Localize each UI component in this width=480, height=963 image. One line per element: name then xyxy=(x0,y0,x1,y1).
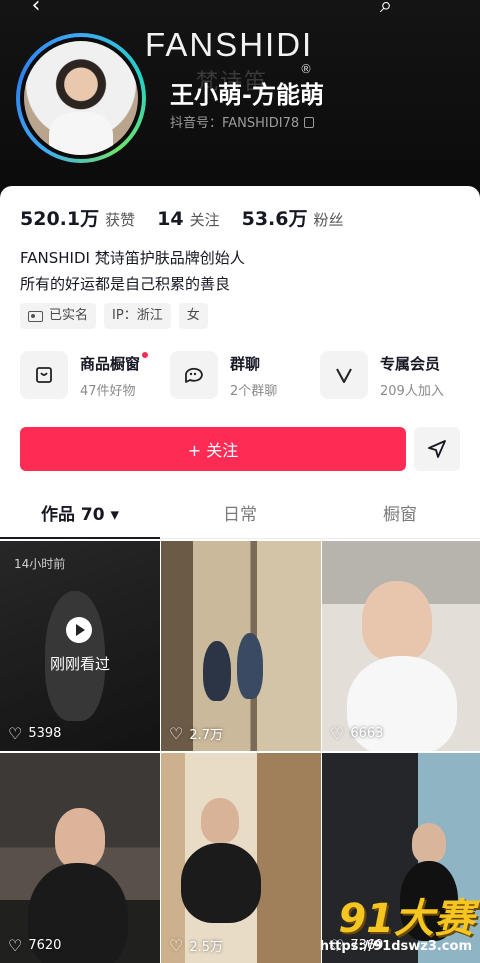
video-thumbnail[interactable]: ♡ 2.5万 xyxy=(161,753,321,963)
bag-icon xyxy=(20,351,68,399)
video-thumbnail[interactable]: ♡ 7620 xyxy=(0,753,160,963)
video-thumbnail[interactable]: ♡ 6663 xyxy=(322,541,480,751)
id-card-icon xyxy=(28,310,43,322)
tab-daily[interactable]: 日常 xyxy=(160,499,320,538)
service-subtitle: 2个群聊 xyxy=(230,384,278,399)
content-tabs: 作品 70 ▾ 日常 橱窗 xyxy=(0,499,480,539)
avatar[interactable] xyxy=(16,33,146,163)
heart-icon: ♡ xyxy=(330,724,345,743)
ip-location-tag: IP：浙江 xyxy=(104,303,171,329)
like-count: ♡ 7620 xyxy=(8,936,61,955)
follow-button[interactable]: + 关注 xyxy=(20,427,406,471)
copy-icon[interactable] xyxy=(304,117,315,128)
site-watermark-logo: 91大赛 xyxy=(338,896,474,942)
bio: FANSHIDI 梵诗笛护肤品牌创始人 所有的好运都是自己积累的善良 xyxy=(20,245,245,297)
person-figure xyxy=(201,798,239,843)
like-count: ♡ 2.7万 xyxy=(169,724,223,743)
following-label: 关注 xyxy=(189,211,220,229)
service-subtitle: 209人加入 xyxy=(380,384,444,399)
heart-icon: ♡ xyxy=(8,936,23,955)
service-title: 商品橱窗 xyxy=(80,355,141,373)
tag-label: IP：浙江 xyxy=(112,308,163,323)
profile-card: 520.1万 获赞 14 关注 53.6万 粉丝 FANSHIDI 梵诗笛护肤品… xyxy=(0,186,480,963)
douyin-id-text: 抖音号：FANSHIDI78 xyxy=(170,116,300,131)
person-figure xyxy=(55,808,105,868)
person-figure xyxy=(362,581,432,661)
douyin-id[interactable]: 抖音号：FANSHIDI78 xyxy=(170,112,315,131)
gender-tag: 女 xyxy=(178,303,208,329)
notification-dot xyxy=(142,352,149,358)
membership-entry[interactable]: 专属会员 209人加入 xyxy=(320,351,470,399)
share-button[interactable] xyxy=(414,427,460,471)
brand-name: FANSHIDI xyxy=(145,26,314,63)
tab-showcase[interactable]: 橱窗 xyxy=(320,499,480,538)
bio-line: 所有的好运都是自己积累的善良 xyxy=(20,275,231,293)
display-name: 王小萌-方能萌 xyxy=(170,81,324,109)
service-title: 群聊 xyxy=(230,355,261,373)
verified-tag[interactable]: 已实名 xyxy=(20,303,97,329)
tab-works[interactable]: 作品 70 ▾ xyxy=(0,499,160,539)
likes-label: 获赞 xyxy=(105,211,136,229)
service-title: 专属会员 xyxy=(380,355,441,373)
chat-icon xyxy=(170,351,218,399)
services-row: 商品橱窗 47件好物 群聊 2个群聊 专属会员 209人加入 xyxy=(20,351,470,399)
avatar-photo xyxy=(24,41,138,155)
back-icon[interactable]: ‹ xyxy=(20,0,52,22)
profile-tags: 已实名 IP：浙江 女 xyxy=(20,303,208,329)
search-icon[interactable]: ⌕ xyxy=(370,0,402,22)
group-chat-entry[interactable]: 群聊 2个群聊 xyxy=(170,351,320,399)
vip-icon xyxy=(320,351,368,399)
followers-count[interactable]: 53.6万 xyxy=(242,204,308,231)
recently-watched-label: 刚刚看过 xyxy=(49,655,110,673)
like-count: ♡ 6663 xyxy=(330,724,383,743)
video-thumbnail[interactable]: ♡ 2.7万 xyxy=(161,541,321,751)
like-count-value: 2.5万 xyxy=(189,940,224,955)
profile-header: ‹ ⌕ FANSHIDI 梵诗笛 ® 王小萌-方能萌 抖音号：FANSHIDI7… xyxy=(0,0,480,200)
service-subtitle: 47件好物 xyxy=(80,384,136,399)
like-count-value: 5398 xyxy=(28,726,62,741)
like-count-value: 2.7万 xyxy=(189,728,224,743)
like-count-value: 7620 xyxy=(28,938,62,953)
stats-row: 520.1万 获赞 14 关注 53.6万 粉丝 xyxy=(20,204,366,231)
person-figure xyxy=(237,633,263,699)
person-figure xyxy=(203,641,231,701)
like-count: ♡ 5398 xyxy=(8,724,61,743)
product-showcase-entry[interactable]: 商品橱窗 47件好物 xyxy=(20,351,170,399)
following-count[interactable]: 14 xyxy=(157,208,183,230)
video-thumbnail[interactable]: 14小时前 刚刚看过 ♡ 5398 xyxy=(0,541,160,751)
person-figure xyxy=(412,823,446,863)
like-count-value: 6663 xyxy=(350,726,384,741)
person-figure xyxy=(181,843,261,923)
likes-count[interactable]: 520.1万 xyxy=(20,204,99,231)
tag-label: 女 xyxy=(186,308,200,323)
bio-line: FANSHIDI 梵诗笛护肤品牌创始人 xyxy=(20,249,245,267)
followers-label: 粉丝 xyxy=(313,211,344,229)
registered-mark: ® xyxy=(300,62,312,76)
play-icon xyxy=(66,617,92,643)
like-count: ♡ 2.5万 xyxy=(169,936,223,955)
tag-label: 已实名 xyxy=(49,308,89,323)
heart-icon: ♡ xyxy=(169,936,184,955)
heart-icon: ♡ xyxy=(8,724,23,743)
post-time: 14小时前 xyxy=(14,557,66,571)
send-icon xyxy=(428,440,446,458)
heart-icon: ♡ xyxy=(169,724,184,743)
